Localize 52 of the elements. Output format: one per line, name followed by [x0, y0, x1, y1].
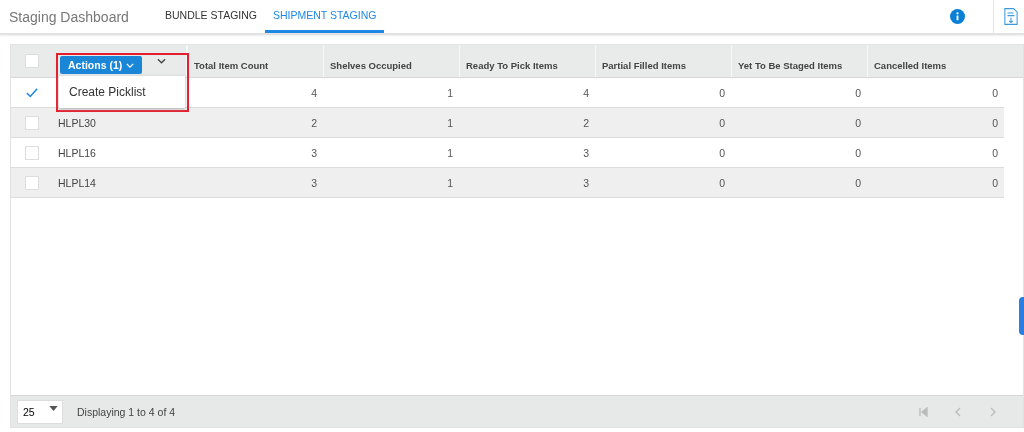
menu-item[interactable]: Create Picklist [59, 85, 146, 99]
document-download-icon[interactable] [1004, 7, 1018, 26]
table-cell: 0 [855, 86, 861, 99]
checkbox[interactable] [25, 145, 39, 160]
table-cell: 1 [447, 146, 453, 159]
previous-page-icon[interactable] [953, 406, 963, 417]
table-cell: 0 [719, 86, 725, 99]
table-cell: 0 [992, 86, 998, 99]
table-cell: 0 [992, 146, 998, 159]
checkbox[interactable] [25, 115, 39, 130]
table-cell: 0 [855, 146, 861, 159]
table-cell: HLPL30 [58, 116, 96, 129]
checkbox[interactable] [25, 175, 39, 190]
dropdown-arrow-icon[interactable] [49, 405, 58, 411]
table-cell: 3 [583, 146, 589, 159]
table-cell: 0 [719, 116, 725, 129]
actions-button[interactable]: Actions (1) [60, 56, 143, 74]
tab[interactable]: SHIPMENT STAGING [265, 0, 385, 33]
table-cell: 4 [583, 86, 589, 99]
page-size-select[interactable]: 25 [17, 399, 63, 424]
pagination-summary: Displaying 1 to 4 of 4 [77, 405, 176, 418]
chevron-icon[interactable] [157, 58, 166, 64]
table-cell: 0 [719, 176, 725, 189]
table-cell: 2 [583, 116, 589, 129]
table-cell: 1 [447, 116, 453, 129]
column-header: Yet To Be Staged Items [731, 45, 867, 77]
column-header: Cancelled Items [867, 45, 1003, 77]
next-page-icon[interactable] [988, 406, 998, 417]
table-cell: 0 [992, 116, 998, 129]
info-icon[interactable] [950, 9, 965, 24]
table-cell: HLPL16 [58, 146, 96, 159]
first-page-icon[interactable] [918, 406, 928, 417]
column-header: Ready To Pick Items [459, 45, 595, 77]
table-cell: 2 [311, 116, 317, 129]
table-cell: 0 [855, 116, 861, 129]
table-cell: 3 [311, 176, 317, 189]
table-cell: 0 [855, 176, 861, 189]
table-cell: HLPL14 [58, 176, 96, 189]
column-header: Total Item Count [187, 45, 323, 77]
column-header: Partial Filled Items [595, 45, 731, 77]
table-cell: 3 [583, 176, 589, 189]
column-header: Shelves Occupied [323, 45, 459, 77]
table-cell: 1 [447, 86, 453, 99]
checkbox[interactable] [25, 85, 39, 100]
table-cell: 1 [447, 176, 453, 189]
checkbox[interactable] [25, 54, 39, 68]
table-cell: 0 [992, 176, 998, 189]
tab[interactable]: BUNDLE STAGING [157, 0, 265, 33]
page-title: Staging Dashboard [9, 8, 130, 25]
table-cell: 3 [311, 146, 317, 159]
table-cell: 4 [311, 86, 317, 99]
table-cell: 0 [719, 146, 725, 159]
